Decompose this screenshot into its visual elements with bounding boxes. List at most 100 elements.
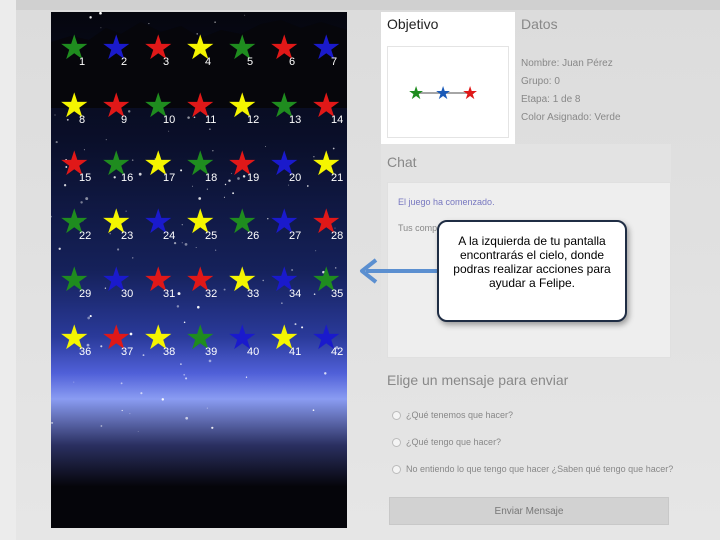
star-number: 12 (247, 114, 260, 126)
star-number: 24 (163, 230, 176, 242)
background-star (85, 197, 89, 201)
radio-button[interactable] (392, 438, 401, 448)
sky-star-6[interactable]: ★ 6 (265, 28, 307, 74)
send-message-button[interactable]: Enviar Mensaje (389, 497, 669, 525)
star-number: 23 (121, 230, 134, 242)
background-star (129, 413, 131, 415)
chat-title: Chat (387, 154, 417, 170)
top-strip (16, 0, 720, 10)
background-star (245, 376, 248, 378)
background-star (51, 215, 52, 218)
message-option-1[interactable]: ¿Qué tenemos que hacer? (392, 410, 513, 424)
sky-star-29[interactable]: ★ 29 (55, 260, 97, 306)
sky-star-25[interactable]: ★ 25 (181, 202, 223, 248)
star-number: 7 (331, 56, 338, 68)
sky-star-26[interactable]: ★ 26 (223, 202, 265, 248)
sky-star-17[interactable]: ★ 17 (139, 144, 181, 190)
objetivo-image: ★ ★ ★ (387, 46, 509, 138)
background-star (55, 141, 58, 144)
sky-star-30[interactable]: ★ 30 (97, 260, 139, 306)
sky-star-38[interactable]: ★ 38 (139, 318, 181, 364)
sky-star-42[interactable]: ★ 42 (307, 318, 347, 364)
sky-star-13[interactable]: ★ 13 (265, 86, 307, 132)
sky-star-3[interactable]: ★ 3 (139, 28, 181, 74)
sky-star-16[interactable]: ★ 16 (97, 144, 139, 190)
sky-star-4[interactable]: ★ 4 (181, 28, 223, 74)
star-number: 14 (331, 114, 344, 126)
sky-star-28[interactable]: ★ 28 (307, 202, 347, 248)
sky-star-2[interactable]: ★ 2 (97, 28, 139, 74)
star-number: 13 (289, 114, 302, 126)
sky-star-35[interactable]: ★ 35 (307, 260, 347, 306)
star-number: 25 (205, 230, 218, 242)
star-number: 35 (331, 288, 344, 300)
star-number: 4 (205, 56, 212, 68)
sky-star-37[interactable]: ★ 37 (97, 318, 139, 364)
target-star-icon: ★ (462, 83, 478, 104)
chat-message: Tus compa (398, 223, 443, 233)
mensajes-title: Elige un mensaje para enviar (387, 372, 569, 388)
star-number: 27 (289, 230, 302, 242)
star-number: 1 (79, 56, 86, 68)
sky-star-12[interactable]: ★ 12 (223, 86, 265, 132)
background-star (117, 248, 120, 251)
sky-star-33[interactable]: ★ 33 (223, 260, 265, 306)
background-star (265, 145, 267, 147)
sky-star-11[interactable]: ★ 11 (181, 86, 223, 132)
star-number: 11 (205, 114, 217, 126)
sky-star-22[interactable]: ★ 22 (55, 202, 97, 248)
sky-star-36[interactable]: ★ 36 (55, 318, 97, 364)
star-number: 17 (163, 172, 176, 184)
sky-star-8[interactable]: ★ 8 (55, 86, 97, 132)
chat-message: El juego ha comenzado. (398, 197, 495, 207)
sky-star-14[interactable]: ★ 14 (307, 86, 347, 132)
background-star (121, 409, 123, 412)
star-number: 8 (79, 114, 86, 126)
star-number: 6 (289, 56, 296, 68)
background-star (105, 139, 107, 141)
background-star (137, 430, 139, 432)
sky-star-32[interactable]: ★ 32 (181, 260, 223, 306)
sky-star-31[interactable]: ★ 31 (139, 260, 181, 306)
sky-star-39[interactable]: ★ 39 (181, 318, 223, 364)
sky-star-18[interactable]: ★ 18 (181, 144, 223, 190)
sky-star-7[interactable]: ★ 7 (307, 28, 347, 74)
background-star (197, 305, 200, 309)
message-option-label: No entiendo lo que tengo que hacer ¿Sabe… (406, 464, 674, 474)
sky-star-5[interactable]: ★ 5 (223, 28, 265, 74)
message-option-2[interactable]: ¿Qué tengo que hacer? (392, 437, 501, 451)
background-star (132, 257, 134, 259)
background-star (206, 407, 208, 409)
sky-star-20[interactable]: ★ 20 (265, 144, 307, 190)
radio-button[interactable] (392, 411, 401, 421)
star-number: 41 (289, 346, 302, 358)
sky-star-10[interactable]: ★ 10 (139, 86, 181, 132)
sky-star-24[interactable]: ★ 24 (139, 202, 181, 248)
sky-star-41[interactable]: ★ 41 (265, 318, 307, 364)
sky-star-23[interactable]: ★ 23 (97, 202, 139, 248)
sky-star-15[interactable]: ★ 15 (55, 144, 97, 190)
star-number: 10 (163, 114, 176, 126)
sky-star-34[interactable]: ★ 34 (265, 260, 307, 306)
sky-star-1[interactable]: ★ 1 (55, 28, 97, 74)
star-number: 33 (247, 288, 260, 300)
star-number: 28 (331, 230, 344, 242)
sky-star-40[interactable]: ★ 40 (223, 318, 265, 364)
sky-star-19[interactable]: ★ 19 (223, 144, 265, 190)
datos-grupo: Grupo: 0 (521, 76, 560, 87)
background-star (315, 250, 317, 252)
sky-star-27[interactable]: ★ 27 (265, 202, 307, 248)
background-star (198, 197, 202, 200)
sky-star-9[interactable]: ★ 9 (97, 86, 139, 132)
arrow-left-icon (360, 258, 440, 284)
message-option-3[interactable]: No entiendo lo que tengo que hacer ¿Sabe… (392, 464, 673, 478)
background-star (215, 249, 217, 251)
sky-star-21[interactable]: ★ 21 (307, 144, 347, 190)
target-star-icon: ★ (435, 83, 451, 104)
star-number: 22 (79, 230, 92, 242)
star-number: 32 (205, 288, 218, 300)
background-star (120, 382, 123, 385)
star-number: 5 (247, 56, 254, 68)
star-number: 16 (121, 172, 134, 184)
radio-button[interactable] (392, 465, 401, 475)
